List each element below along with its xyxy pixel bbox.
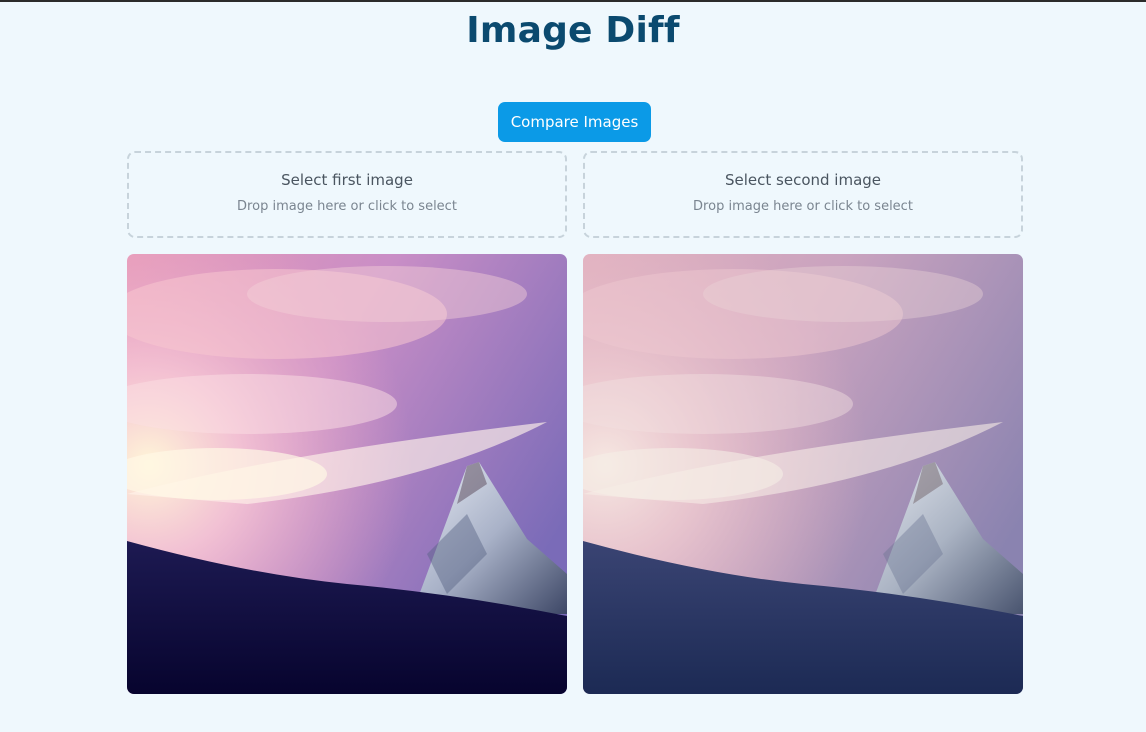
first-image-hint: Drop image here or click to select <box>237 199 457 214</box>
second-image-label: Select second image <box>724 171 882 189</box>
first-image-label: Select first image <box>281 171 413 189</box>
page-title: Image Diff <box>466 10 680 51</box>
compare-images-button[interactable]: Compare Images <box>498 102 651 142</box>
second-image-hint: Drop image here or click to select <box>693 199 913 214</box>
first-image-preview <box>127 254 567 694</box>
second-image-drop-zone[interactable]: Select second image Drop image here or c… <box>583 151 1023 238</box>
window-top-border <box>0 0 1146 2</box>
second-image-preview <box>583 254 1023 694</box>
first-image-drop-zone[interactable]: Select first image Drop image here or cl… <box>127 151 567 238</box>
